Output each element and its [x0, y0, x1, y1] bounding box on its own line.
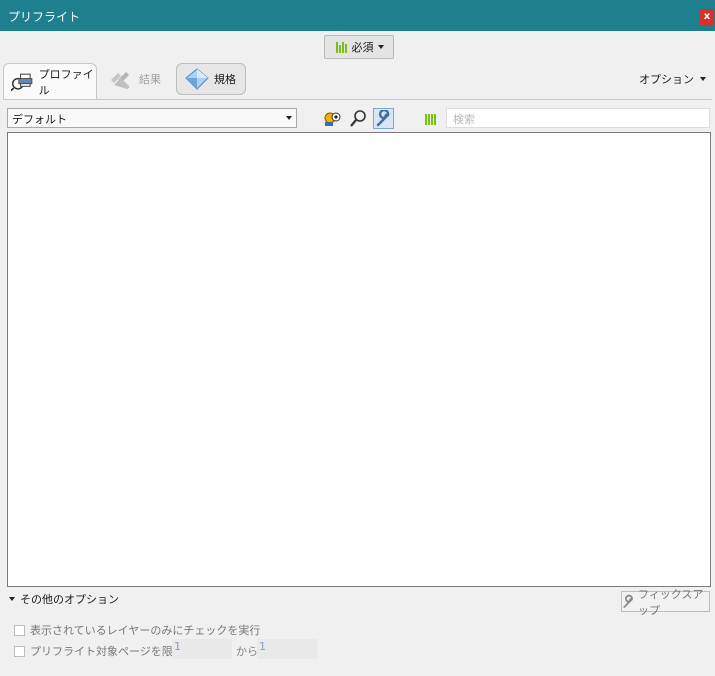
- page-range-label: プリフライト対象ページを限定 :: [30, 645, 191, 658]
- profile-select-value: デフォルト: [12, 113, 67, 126]
- find-button[interactable]: [348, 108, 369, 129]
- bar-chart-icon: [424, 113, 437, 125]
- required-label: 必須: [351, 41, 374, 54]
- chevron-down-icon: [377, 45, 384, 49]
- inspector-icon: [324, 112, 341, 126]
- window-title: プリフライト: [8, 10, 81, 24]
- more-options-label: その他のオプション: [20, 593, 119, 606]
- tab-profile-label: プロファイル: [38, 67, 94, 97]
- search-input[interactable]: 検索: [446, 108, 710, 128]
- fixup-tool-button[interactable]: [373, 108, 394, 129]
- fixup-button[interactable]: フィックスアップ: [621, 588, 710, 617]
- tab-results-label: 結果: [139, 73, 161, 86]
- visible-layers-checkbox[interactable]: [14, 624, 25, 636]
- visible-layers-option[interactable]: 表示されているレイヤーのみにチェックを実行: [14, 622, 260, 638]
- bar-chart-icon: [335, 41, 348, 53]
- range-separator: から: [236, 645, 258, 658]
- tab-standards-label: 規格: [214, 73, 236, 86]
- results-icon: [111, 72, 130, 89]
- wrench-icon: [376, 110, 390, 127]
- options-menu-label: オプション: [639, 73, 694, 86]
- required-filter-button[interactable]: [420, 108, 441, 129]
- profile-select[interactable]: デフォルト: [7, 108, 297, 128]
- fixup-button-label: フィックスアップ: [637, 587, 704, 617]
- options-menu[interactable]: オプション: [639, 71, 706, 87]
- page-range-option[interactable]: プリフライト対象ページを限定 :: [14, 643, 191, 659]
- tab-standards[interactable]: 規格: [176, 63, 246, 95]
- more-options-toggle[interactable]: その他のオプション: [9, 591, 119, 607]
- page-range-checkbox[interactable]: [14, 645, 25, 657]
- tab-profile[interactable]: プロファイル: [3, 63, 97, 99]
- page-from-input[interactable]: 1: [172, 639, 232, 659]
- standards-icon: [185, 68, 209, 90]
- wrench-icon: [623, 594, 633, 608]
- profile-list[interactable]: [7, 132, 711, 587]
- search-icon: [350, 110, 366, 127]
- profile-tool-button[interactable]: [322, 108, 343, 129]
- close-button[interactable]: x: [700, 9, 714, 25]
- required-dropdown-button[interactable]: 必須: [324, 35, 394, 59]
- chevron-down-icon: [700, 77, 706, 81]
- visible-layers-label: 表示されているレイヤーのみにチェックを実行: [30, 624, 261, 637]
- chevron-down-icon: [9, 597, 15, 601]
- profile-icon: [11, 73, 33, 91]
- tab-results[interactable]: 結果: [108, 65, 161, 93]
- title-bar: プリフライト x: [0, 0, 715, 31]
- chevron-down-icon: [286, 116, 292, 120]
- page-to-input[interactable]: 1: [257, 639, 317, 659]
